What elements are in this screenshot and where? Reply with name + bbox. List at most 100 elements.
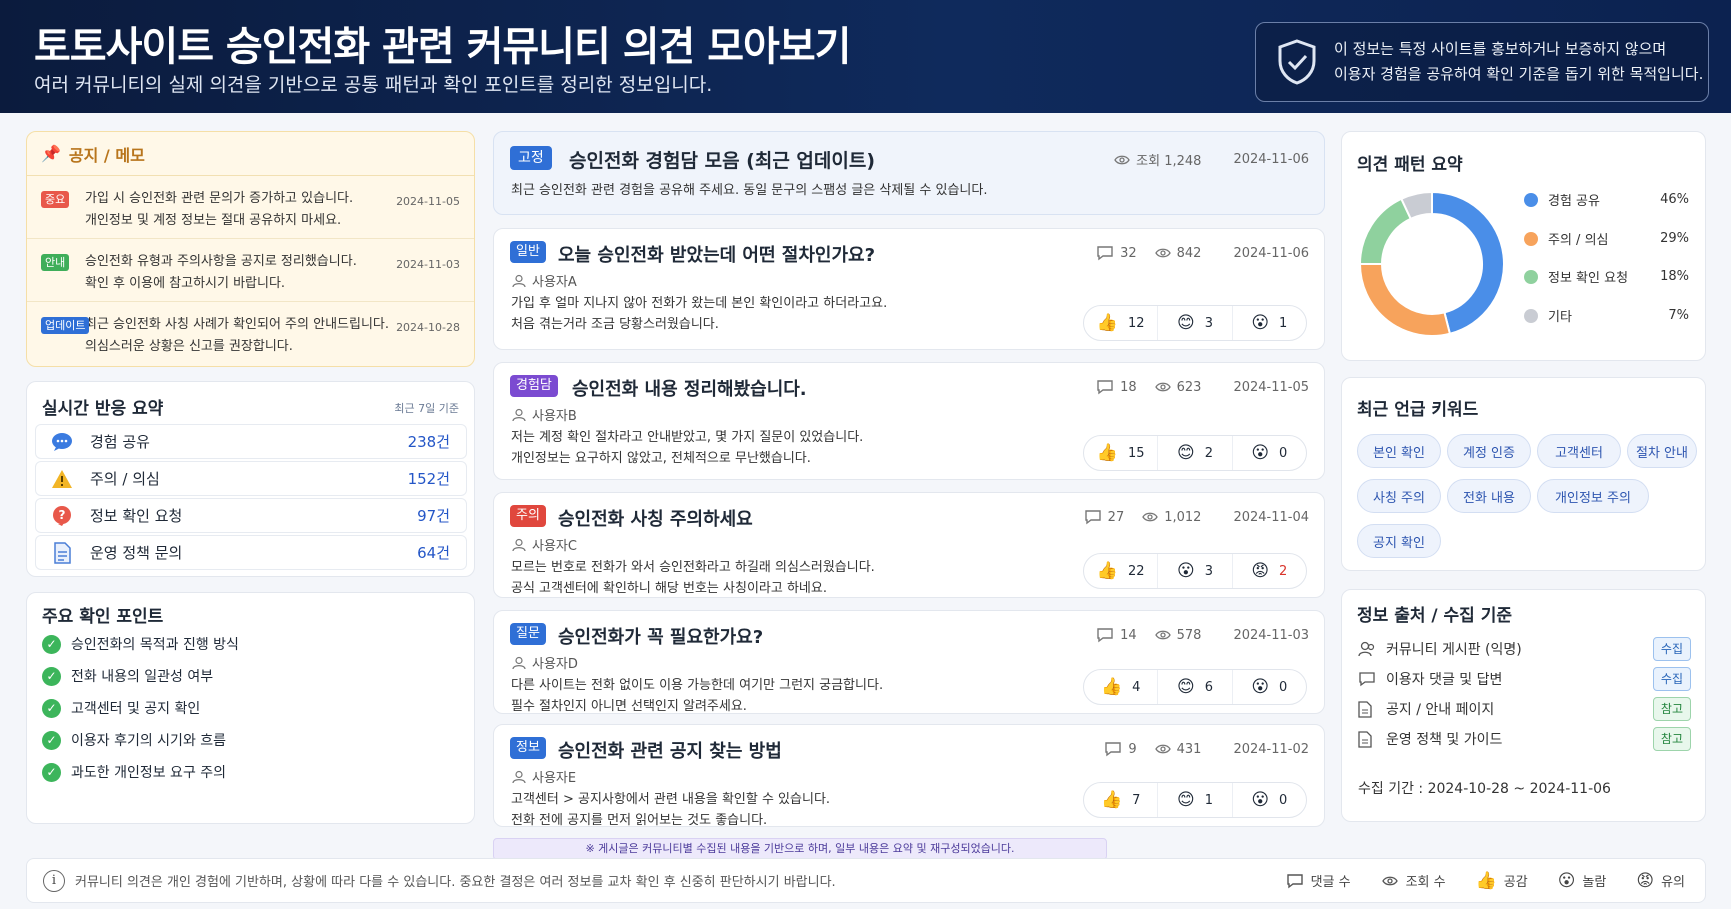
keyword-chip[interactable]: 사칭 주의 — [1357, 479, 1441, 513]
post-title[interactable]: 오늘 승인전화 받았는데 어떤 절차인가요? — [558, 241, 875, 267]
keyword-chip[interactable]: 고객센터 — [1537, 434, 1621, 468]
post-body-line: 개인정보는 요구하지 않았고, 전체적으로 무난했습니다. — [511, 451, 811, 466]
reaction-third-button[interactable]: 😮 0 — [1233, 436, 1306, 470]
post-badge: 질문 — [510, 623, 546, 645]
post-title[interactable]: 승인전화 경험담 모음 (최근 업데이트) — [569, 146, 875, 173]
post-body-line: 가입 후 얼마 지나지 않아 전화가 왔는데 본인 확인이라고 하더라고요. — [511, 296, 888, 311]
thumbs-up-icon: 👍 — [1100, 790, 1123, 810]
notice-item[interactable]: 안내 승인전화 유형과 주의사항을 공지로 정리했습니다. 확인 후 이용에 참… — [27, 239, 474, 302]
reaction-third-button[interactable]: 😡 2 — [1233, 554, 1306, 588]
page-subtitle: 여러 커뮤니티의 실제 의견을 기반으로 공통 패턴과 확인 포인트를 정리한 … — [34, 74, 713, 96]
check-item: ✓ 과도한 개인정보 요구 주의 — [42, 762, 226, 782]
summary-row-experience[interactable]: 경험 공유 238건 — [35, 424, 467, 459]
pattern-donut-chart — [1358, 190, 1505, 337]
eye-icon — [1154, 248, 1171, 258]
reaction-like-button[interactable]: 👍 12 — [1084, 306, 1159, 340]
notice-text: 의심스러운 상황은 신고를 권장합니다. — [85, 339, 293, 354]
emoji-icon: 😮 — [1251, 677, 1270, 697]
post-author[interactable]: 사용자C — [512, 535, 577, 554]
reaction-count: 15 — [1127, 445, 1145, 461]
source-name: 이용자 댓글 및 답변 — [1386, 672, 1503, 688]
post-meta: 27 1,012 2024-11-04 — [1084, 509, 1309, 525]
reaction-count: 3 — [1204, 563, 1213, 579]
post-body-line: 필수 절차인지 아니면 선택인지 알려주세요. — [511, 699, 747, 714]
checkpoints-panel: 주요 확인 포인트 ✓ 승인전화의 목적과 진행 방식 ✓ 전화 내용의 일관성 여… — [26, 592, 475, 824]
post-card[interactable]: 정보 승인전화 관련 공지 찾는 방법 9 431 2024-11-02 사용자E 고객센터… — [493, 724, 1325, 828]
summary-row-caution[interactable]: 주의 / 의심 152건 — [35, 461, 467, 496]
check-item: ✓ 고객센터 및 공지 확인 — [42, 698, 200, 718]
check-icon: ✓ — [42, 698, 61, 718]
check-text: 전화 내용의 일관성 여부 — [71, 669, 214, 685]
source-row: 커뮤니티 게시판 (익명) 수집 — [1358, 637, 1691, 661]
footer-bar: i 커뮤니티 의견은 개인 경험에 기반하며, 상황에 따라 다를 수 있습니다… — [26, 858, 1706, 903]
reaction-second-button[interactable]: 😊 1 — [1158, 783, 1233, 817]
reaction-count: 0 — [1279, 679, 1288, 695]
check-text: 고객센터 및 공지 확인 — [71, 701, 201, 717]
post-badge: 주의 — [510, 505, 546, 527]
post-author[interactable]: 사용자A — [512, 271, 577, 290]
reaction-third-button[interactable]: 😮 0 — [1233, 670, 1306, 704]
warning-icon — [44, 469, 80, 489]
summary-label: 운영 정책 문의 — [90, 544, 183, 562]
comments-count: 18 — [1120, 379, 1137, 395]
keyword-chip[interactable]: 공지 확인 — [1357, 524, 1441, 558]
notice-badge: 업데이트 — [41, 317, 90, 334]
legend-value: 46% — [1660, 192, 1689, 207]
post-author[interactable]: 사용자D — [512, 653, 578, 672]
comment-icon — [1105, 742, 1122, 757]
reaction-third-button[interactable]: 😮 1 — [1233, 306, 1306, 340]
views-count: 조회 1,248 — [1136, 154, 1202, 169]
reaction-count: 0 — [1279, 792, 1288, 808]
reaction-summary-panel: 실시간 반응 요약 최근 7일 기준 경험 공유 238건 주의 / 의심 15… — [26, 381, 475, 577]
views-count: 578 — [1176, 627, 1202, 643]
notice-item[interactable]: 중요 가입 시 승인전화 관련 문의가 증가하고 있습니다. 개인정보 및 계정… — [27, 176, 474, 239]
post-card[interactable]: 주의 승인전화 사칭 주의하세요 27 1,012 2024-11-04 사용자C 모르는 … — [493, 492, 1325, 598]
post-author[interactable]: 사용자E — [512, 767, 576, 786]
legend-value: 7% — [1668, 308, 1689, 323]
thumbs-up-icon: 👍 — [1475, 870, 1497, 891]
guide-icon — [1358, 730, 1376, 748]
summary-row-info-request[interactable]: ? 정보 확인 요청 97건 — [35, 498, 467, 533]
post-card[interactable]: 일반 오늘 승인전화 받았는데 어떤 절차인가요? 32 842 2024-11-06 사… — [493, 228, 1325, 350]
reaction-like-button[interactable]: 👍 4 — [1084, 670, 1159, 704]
keyword-chip[interactable]: 계정 인증 — [1447, 434, 1531, 468]
keyword-chip[interactable]: 절차 안내 — [1627, 434, 1697, 468]
keyword-chip[interactable]: 본인 확인 — [1357, 434, 1441, 468]
legend-dot — [1524, 269, 1538, 284]
source-row: 이용자 댓글 및 답변 수집 — [1358, 667, 1691, 691]
post-date: 2024-11-05 — [1233, 379, 1309, 395]
reaction-bar: 👍 7 😊 1 😮 0 — [1083, 782, 1307, 818]
summary-row-policy[interactable]: 운영 정책 문의 64건 — [35, 535, 467, 570]
comment-icon — [1097, 628, 1113, 643]
pin-icon: 📌 — [41, 144, 61, 163]
post-card[interactable]: 경험담 승인전화 내용 정리해봤습니다. 18 623 2024-11-05 사용자B 저는… — [493, 362, 1325, 480]
reaction-second-button[interactable]: 😊 6 — [1158, 670, 1233, 704]
reaction-second-button[interactable]: 😊 2 — [1158, 436, 1233, 470]
post-card[interactable]: 질문 승인전화가 꼭 필요한가요? 14 578 2024-11-03 사용자D 다른 사이… — [493, 610, 1325, 714]
post-title[interactable]: 승인전화 사칭 주의하세요 — [558, 505, 753, 531]
post-title[interactable]: 승인전화 내용 정리해봤습니다. — [572, 375, 807, 401]
comments-count: 14 — [1120, 627, 1137, 643]
question-icon: ? — [44, 505, 80, 527]
reaction-like-button[interactable]: 👍 22 — [1084, 554, 1159, 588]
source-row: 운영 정책 및 가이드 참고 — [1358, 727, 1691, 751]
reaction-like-button[interactable]: 👍 15 — [1084, 436, 1159, 470]
pinned-post[interactable]: 고정 승인전화 경험담 모음 (최근 업데이트) 조회 1,248 2024-1… — [493, 131, 1325, 215]
reaction-third-button[interactable]: 😮 0 — [1233, 783, 1306, 817]
legend-dot — [1524, 192, 1538, 207]
legend-label: 유의 — [1661, 875, 1685, 890]
legend-label: 댓글 수 — [1310, 875, 1351, 890]
keyword-chip[interactable]: 전화 내용 — [1447, 479, 1531, 513]
post-body-line: 처음 겪는거라 조금 당황스러웠습니다. — [511, 317, 719, 332]
page-header: 토토사이트 승인전화 관련 커뮤니티 의견 모아보기 여러 커뮤니티의 실제 의… — [0, 0, 1731, 113]
post-author[interactable]: 사용자B — [512, 405, 577, 424]
post-title[interactable]: 승인전화가 꼭 필요한가요? — [558, 623, 763, 649]
check-item: ✓ 이용자 후기의 시기와 흐름 — [42, 730, 226, 750]
reaction-second-button[interactable]: 😮 3 — [1158, 554, 1233, 588]
notice-item[interactable]: 업데이트 최근 승인전화 사칭 사례가 확인되어 주의 안내드립니다. 의심스러… — [27, 302, 474, 365]
post-title[interactable]: 승인전화 관련 공지 찾는 방법 — [558, 737, 782, 763]
reaction-like-button[interactable]: 👍 7 — [1084, 783, 1159, 817]
reaction-second-button[interactable]: 😊 3 — [1158, 306, 1233, 340]
sources-panel: 정보 출처 / 수집 기준 커뮤니티 게시판 (익명) 수집 이용자 댓글 및 … — [1341, 589, 1706, 822]
keyword-chip[interactable]: 개인정보 주의 — [1537, 479, 1649, 513]
